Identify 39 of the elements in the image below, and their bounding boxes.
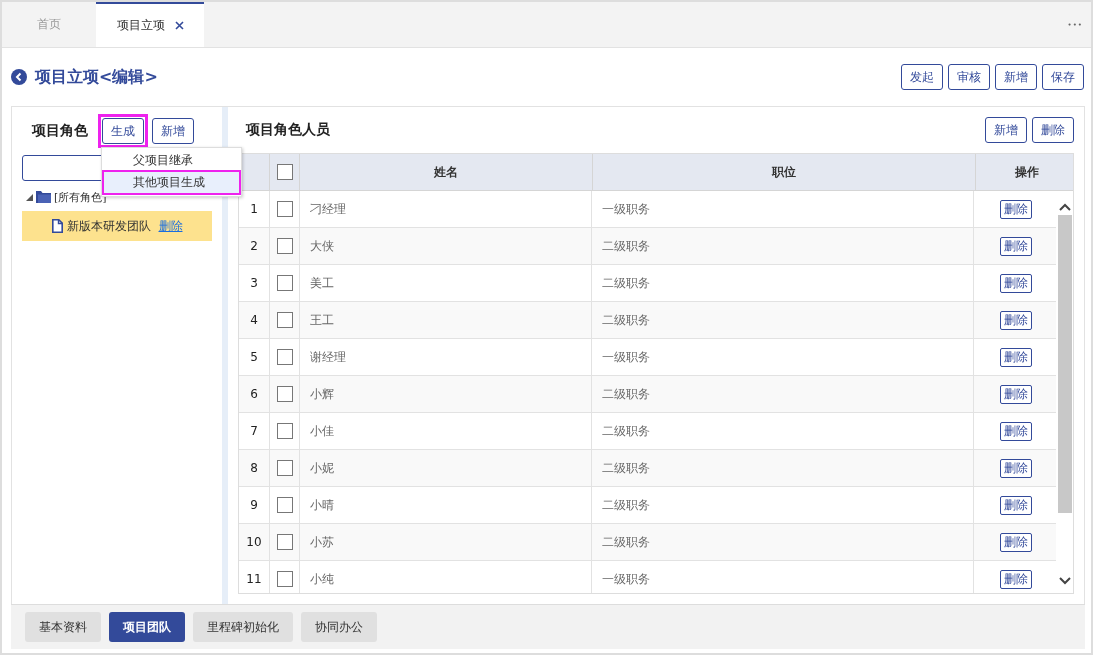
table-cell: 二级职务 — [592, 413, 974, 449]
table-cell: 一级职务 — [592, 191, 974, 227]
page-title: 项目立项<编辑> — [35, 66, 158, 88]
table-cell: 二级职务 — [592, 302, 974, 338]
column-header: 职位 — [593, 154, 976, 190]
table-cell: 谢经理 — [300, 339, 592, 375]
table-cell: 大侠 — [300, 228, 592, 264]
table-cell: 王工 — [300, 302, 592, 338]
row-number: 5 — [239, 339, 270, 375]
panel-title: 项目角色人员 — [246, 121, 330, 139]
table-cell: 二级职务 — [592, 524, 974, 560]
table-cell: 小妮 — [300, 450, 592, 486]
table-cell: 二级职务 — [592, 265, 974, 301]
table-cell: 刁经理 — [300, 191, 592, 227]
table-cell: 二级职务 — [592, 376, 974, 412]
table-cell: 二级职务 — [592, 450, 974, 486]
row-number: 2 — [239, 228, 270, 264]
column-header: 操作 — [1014, 163, 1040, 181]
table-cell: 小晴 — [300, 487, 592, 523]
row-number: 10 — [239, 524, 270, 560]
table-cell: 一级职务 — [592, 561, 974, 593]
row-number: 6 — [239, 376, 270, 412]
panel-title: 项目角色 — [32, 122, 88, 140]
row-number: 8 — [239, 450, 270, 486]
column-header: 姓名 — [300, 154, 593, 190]
table-cell: 二级职务 — [592, 228, 974, 264]
row-number: 11 — [239, 561, 270, 593]
row-number: 9 — [239, 487, 270, 523]
row-number: 3 — [239, 265, 270, 301]
row-number: 7 — [239, 413, 270, 449]
table-cell: 小纯 — [300, 561, 592, 593]
row-number: 1 — [239, 191, 270, 227]
table-cell: 二级职务 — [592, 487, 974, 523]
table-cell: 一级职务 — [592, 339, 974, 375]
table-cell: 小辉 — [300, 376, 592, 412]
table-cell: 小佳 — [300, 413, 592, 449]
row-number: 4 — [239, 302, 270, 338]
table-cell: 美工 — [300, 265, 592, 301]
table-cell: 小苏 — [300, 524, 592, 560]
